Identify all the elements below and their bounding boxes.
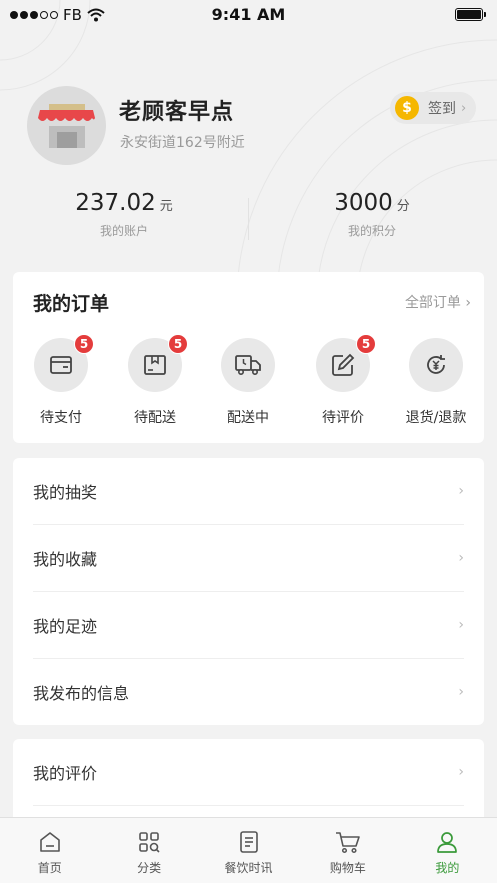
signin-button[interactable]: $ 签到 ›: [390, 92, 476, 124]
shop-name: 老顾客早点: [119, 100, 235, 125]
shop-address: 永安街道162号附近: [120, 135, 245, 151]
orders-title: 我的订单: [33, 293, 110, 315]
status-time: 9:41 AM: [211, 5, 286, 24]
signin-label: 签到: [428, 101, 456, 117]
menu-group-2: 我的评价 ›: [13, 739, 484, 829]
tab-profile[interactable]: 我的: [398, 818, 497, 883]
chevron-right-icon: ›: [461, 100, 467, 116]
edit-icon: [332, 353, 355, 376]
wallet-icon: [50, 356, 72, 374]
tab-home[interactable]: 首页: [0, 818, 99, 883]
tab-label: 我的: [435, 861, 460, 875]
status-bar: FB 9:41 AM: [0, 0, 497, 30]
tab-label: 分类: [137, 861, 162, 875]
profile-icon: [437, 832, 458, 853]
menu-item-label: 我发布的信息: [33, 683, 130, 703]
home-icon: [39, 832, 60, 852]
chevron-right-icon: ›: [458, 764, 464, 780]
menu-item-history[interactable]: 我的足迹 ›: [33, 592, 464, 659]
chevron-right-icon: ›: [458, 550, 464, 566]
order-status-refund[interactable]: 退货/退款: [391, 338, 481, 427]
menu-item-label: 我的收藏: [33, 550, 98, 569]
chevron-right-icon: ›: [458, 683, 464, 700]
tab-news[interactable]: 餐饮时讯: [199, 818, 298, 883]
order-status-pending-delivery[interactable]: 5 待配送: [110, 334, 200, 427]
menu-item-reviews[interactable]: 我的评价 ›: [33, 739, 464, 806]
points-value: 3000: [334, 190, 393, 216]
order-badge: 5: [356, 334, 376, 354]
order-badge: 5: [168, 334, 188, 354]
account-balance[interactable]: 237.02 元 我的账户: [24, 190, 224, 239]
category-icon: [139, 832, 160, 853]
menu-group-1: 我的抽奖 › 我的收藏 › 我的足迹 › 我发布的信息 ›: [13, 458, 484, 725]
cart-icon: [335, 832, 360, 854]
news-icon: [239, 831, 258, 853]
tab-label: 餐饮时讯: [224, 861, 273, 875]
tab-label: 购物车: [329, 861, 366, 875]
menu-item-label: 我的足迹: [33, 617, 98, 636]
coin-icon: $: [395, 96, 419, 120]
tab-bar: 首页 分类 餐饮时讯 购物车 我的: [0, 817, 497, 883]
points-unit: 分: [396, 199, 410, 214]
balance-label: 我的账户: [99, 224, 148, 238]
chevron-right-icon: ›: [458, 617, 464, 633]
orders-card: 我的订单 全部订单 › 5 待支付 5 待配送 配送中 5 待评价 退货/退款: [13, 272, 484, 443]
menu-item-my-posts[interactable]: 我发布的信息 ›: [33, 658, 464, 725]
order-status-in-delivery[interactable]: 配送中: [203, 338, 293, 427]
truck-icon: [235, 355, 261, 376]
package-icon: [144, 355, 166, 375]
stats-divider: [248, 198, 249, 240]
balance-value: 237.02: [75, 190, 156, 216]
menu-item-lottery[interactable]: 我的抽奖 ›: [33, 458, 464, 525]
battery-icon: [455, 8, 486, 21]
order-status-label: 待支付: [40, 410, 82, 426]
account-points[interactable]: 3000 分 我的积分: [272, 190, 472, 239]
tab-cart[interactable]: 购物车: [298, 818, 397, 883]
refund-icon: [427, 355, 445, 374]
points-label: 我的积分: [347, 224, 396, 238]
menu-item-favorites[interactable]: 我的收藏 ›: [33, 525, 464, 592]
avatar[interactable]: [27, 86, 106, 165]
shop-awning-icon: [38, 104, 95, 148]
order-status-pending-payment[interactable]: 5 待支付: [16, 334, 106, 427]
chevron-right-icon: ›: [458, 483, 464, 499]
view-all-orders-link[interactable]: 全部订单 ›: [405, 292, 471, 312]
order-status-label: 退货/退款: [405, 410, 467, 426]
order-status-label: 待评价: [322, 410, 364, 426]
tab-category[interactable]: 分类: [99, 818, 198, 883]
menu-item-label: 我的抽奖: [33, 483, 98, 502]
order-status-pending-review[interactable]: 5 待评价: [298, 334, 388, 427]
tab-label: 首页: [37, 861, 62, 875]
order-status-label: 待配送: [134, 410, 176, 426]
balance-unit: 元: [159, 199, 173, 214]
order-badge: 5: [74, 334, 94, 354]
menu-item-label: 我的评价: [33, 764, 98, 783]
order-status-label: 配送中: [227, 410, 269, 426]
